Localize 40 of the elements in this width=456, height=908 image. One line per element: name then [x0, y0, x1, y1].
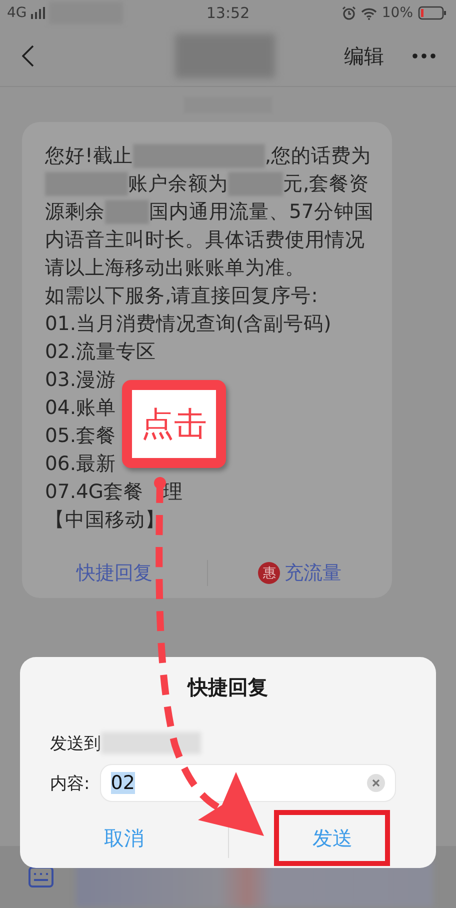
wifi-icon — [360, 6, 377, 20]
message-text: 元,套餐资 — [283, 171, 370, 197]
send-to-label: 发送到 — [50, 732, 101, 754]
battery-icon — [418, 6, 446, 20]
message-text: 05.套餐 — [45, 423, 116, 449]
message-text: 06.最新 — [45, 451, 116, 477]
message-text: 账户余额为 — [128, 171, 228, 197]
message-text: 内语音主叫时长。具体话费使用情况 — [45, 227, 365, 253]
dialog-button[interactable]: 取消 — [66, 810, 182, 866]
network-label: 4G — [7, 5, 27, 21]
edit-link[interactable]: 编辑 — [344, 42, 384, 70]
message-text: 源剩余 — [45, 199, 105, 225]
alarm-icon — [342, 6, 356, 20]
message-text: 03.漫游 — [45, 367, 116, 393]
message-text: 您好!截止 — [45, 143, 133, 169]
message-text: 07.4G套餐 — [45, 479, 144, 505]
action-button[interactable]: 惠 充流量 — [208, 560, 392, 586]
badge: 惠 — [258, 562, 280, 584]
signal-icon — [30, 7, 45, 19]
clock-time: 13:52 — [206, 4, 250, 22]
back-icon[interactable] — [22, 45, 34, 67]
dialog-title: 快捷回复 — [186, 674, 269, 701]
message-text: ,您的话费为 — [264, 143, 372, 169]
message-text: 02.流量专区 — [45, 339, 156, 365]
message-text: 理 — [163, 479, 184, 505]
callout-label: 点击 — [122, 380, 226, 468]
battery-percent: 10% — [382, 5, 413, 21]
keyboard-icon[interactable] — [28, 866, 54, 888]
content-field[interactable]: 02 — [100, 764, 396, 802]
message-text: 请以上海移动出账账单为准。 — [45, 255, 305, 281]
message-text: 【中国移动】 — [45, 507, 165, 533]
message-text: 如需以下服务,请直接回复序号: — [45, 283, 318, 309]
message-text: 01.当月消费情况查询(含副号码) — [45, 311, 332, 337]
message-text: 国内通用流量、57分钟国 — [149, 199, 374, 225]
action-button[interactable]: 快捷回复 — [22, 560, 206, 586]
more-icon[interactable] — [412, 53, 436, 59]
content-label: 内容: — [50, 772, 90, 794]
dialog-button[interactable]: 发送 — [274, 810, 390, 866]
clear-icon[interactable] — [366, 774, 385, 792]
message-text: 04.账单 — [45, 395, 116, 421]
